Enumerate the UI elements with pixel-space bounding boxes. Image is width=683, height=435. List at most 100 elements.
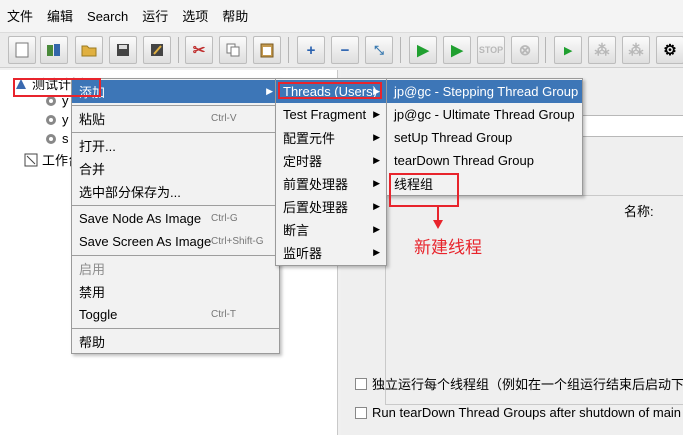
templates-icon[interactable] <box>40 36 68 64</box>
submenu-arrow-icon: ▶ <box>373 132 380 142</box>
checkbox-label: Run tearDown Thread Groups after shutdow… <box>372 405 683 420</box>
submenu-item-setup-thread-group[interactable]: setUp Thread Group <box>387 126 582 149</box>
shortcut-label: Ctrl+Shift-G <box>211 236 264 247</box>
menu-item-label: 禁用 <box>79 285 106 300</box>
cut-icon[interactable]: ✂ <box>185 36 213 64</box>
shortcut-label: Ctrl-T <box>211 309 236 320</box>
menu-item-save-node-image[interactable]: Save Node As Image Ctrl-G <box>72 207 279 230</box>
submenu-item-ultimate-thread-group[interactable]: jp@gc - Ultimate Thread Group <box>387 103 582 126</box>
menu-item-enable[interactable]: 启用 <box>72 257 279 280</box>
remote-stop-icon[interactable]: ⁂ <box>588 36 616 64</box>
run-thread-groups-consecutively-checkbox[interactable]: 独立运行每个线程组（例如在一个组运行结束后启动下 <box>355 374 683 393</box>
tree-node-label: y <box>62 112 69 127</box>
remote-start-icon[interactable]: ▸ <box>554 36 582 64</box>
menu-options[interactable]: 选项 <box>175 0 215 33</box>
submenu-item-pre-processor[interactable]: 前置处理器 ▶ <box>276 172 386 195</box>
menu-item-save-screen-image[interactable]: Save Screen As Image Ctrl+Shift-G <box>72 230 279 253</box>
checkbox-box[interactable] <box>355 377 367 390</box>
menu-item-add[interactable]: 添加 ▶ <box>72 80 279 103</box>
menu-item-label: 监听器 <box>283 246 323 261</box>
menu-item-label: 启用 <box>79 262 106 277</box>
remote-shutdown-icon[interactable]: ⁂ <box>622 36 650 64</box>
submenu-arrow-icon: ▶ <box>373 155 380 165</box>
submenu-item-assertion[interactable]: 断言 ▶ <box>276 218 386 241</box>
submenu-arrow-icon: ▶ <box>373 178 380 188</box>
submenu-arrow-icon: ▶ <box>373 247 380 257</box>
submenu-arrow-icon: ▶ <box>266 86 273 96</box>
menu-item-label: 选中部分保存为... <box>79 185 181 200</box>
menu-item-save-selection[interactable]: 选中部分保存为... <box>72 180 279 203</box>
menu-item-label: 断言 <box>283 223 310 238</box>
run-teardown-checkbox[interactable]: Run tearDown Thread Groups after shutdow… <box>355 405 683 420</box>
tree-node-child[interactable]: s <box>44 131 69 146</box>
annotation-box-threads <box>278 82 382 99</box>
toggle-icon[interactable]: ⤡ <box>365 36 393 64</box>
submenu-item-listener[interactable]: 监听器 ▶ <box>276 241 386 264</box>
toolbar: ✂ + − ⤡ ▶ ▶ STOP ⊗ ▸ ⁂ ⁂ ⚙ <box>0 33 683 68</box>
tree-node-child[interactable]: y <box>44 112 69 127</box>
menu-item-label: 定时器 <box>283 154 323 169</box>
annotation-box-thread-group <box>389 173 459 207</box>
menu-item-label: setUp Thread Group <box>394 130 513 145</box>
stop-icon[interactable]: STOP <box>477 36 505 64</box>
menu-search[interactable]: Search <box>80 0 135 33</box>
shutdown-icon[interactable]: ⊗ <box>511 36 539 64</box>
submenu-item-timer[interactable]: 定时器 ▶ <box>276 149 386 172</box>
menu-item-label: 粘贴 <box>79 112 106 127</box>
menu-item-label: 帮助 <box>79 335 106 350</box>
menu-item-paste[interactable]: 粘贴 Ctrl-V <box>72 107 279 130</box>
menu-item-toggle[interactable]: Toggle Ctrl-T <box>72 303 279 326</box>
paste-icon[interactable] <box>253 36 281 64</box>
submenu-arrow-icon: ▶ <box>373 224 380 234</box>
clear-icon[interactable]: ⚙ <box>656 36 683 64</box>
collapse-icon[interactable]: − <box>331 36 359 64</box>
save-icon[interactable] <box>109 36 137 64</box>
add-submenu: Threads (Users) ▶ Test Fragment ▶ 配置元件 ▶ 定时… <box>275 78 387 266</box>
submenu-item-test-fragment[interactable]: Test Fragment ▶ <box>276 103 386 126</box>
annotation-arrow-icon <box>433 205 443 229</box>
menu-item-disable[interactable]: 禁用 <box>72 280 279 303</box>
shortcut-label: Ctrl-G <box>211 213 238 224</box>
save-as-icon[interactable] <box>143 36 171 64</box>
name-label: 名称: <box>624 204 654 219</box>
start-no-pauses-icon[interactable]: ▶ <box>443 36 471 64</box>
tree-node-label: s <box>62 131 69 146</box>
annotation-label: 新建线程 <box>414 238 482 257</box>
menu-item-label: tearDown Thread Group <box>394 153 534 168</box>
menu-help[interactable]: 帮助 <box>215 0 255 33</box>
gear-icon <box>44 113 58 127</box>
menu-edit[interactable]: 编辑 <box>40 0 80 33</box>
expand-icon[interactable]: + <box>297 36 325 64</box>
menu-item-label: 后置处理器 <box>283 200 349 215</box>
context-menu: 添加 ▶ 粘贴 Ctrl-V 打开... 合并 选中部分保存为... Save No… <box>71 78 280 354</box>
submenu-item-stepping-thread-group[interactable]: jp@gc - Stepping Thread Group <box>387 80 582 103</box>
menu-item-help[interactable]: 帮助 <box>72 330 279 353</box>
gear-icon <box>44 132 58 146</box>
open-icon[interactable] <box>75 36 103 64</box>
submenu-item-config-element[interactable]: 配置元件 ▶ <box>276 126 386 149</box>
menu-item-open[interactable]: 打开... <box>72 134 279 157</box>
submenu-item-post-processor[interactable]: 后置处理器 ▶ <box>276 195 386 218</box>
menu-item-label: 前置处理器 <box>283 177 349 192</box>
menu-run[interactable]: 运行 <box>135 0 175 33</box>
submenu-arrow-icon: ▶ <box>373 109 380 119</box>
submenu-item-teardown-thread-group[interactable]: tearDown Thread Group <box>387 149 582 172</box>
menu-item-label: jp@gc - Stepping Thread Group <box>394 84 579 99</box>
copy-icon[interactable] <box>219 36 247 64</box>
shortcut-label: Ctrl-V <box>211 113 237 124</box>
new-icon[interactable] <box>8 36 36 64</box>
menu-item-label: Toggle <box>79 307 118 322</box>
menu-item-label: Test Fragment <box>283 107 367 122</box>
checkbox-label: 独立运行每个线程组（例如在一个组运行结束后启动下 <box>372 377 683 392</box>
menu-item-label: 配置元件 <box>283 131 336 146</box>
menu-file[interactable]: 文件 <box>0 0 40 33</box>
menu-bar: 文件 编辑 Search 运行 选项 帮助 <box>0 0 683 33</box>
menu-item-merge[interactable]: 合并 <box>72 157 279 180</box>
menu-item-label: 合并 <box>79 162 106 177</box>
checkbox-box[interactable] <box>355 406 367 419</box>
annotation-box-test-plan <box>13 78 101 97</box>
menu-item-label: jp@gc - Ultimate Thread Group <box>394 107 575 122</box>
workbench-icon <box>24 153 38 167</box>
menu-item-label: 打开... <box>79 139 116 154</box>
start-icon[interactable]: ▶ <box>409 36 437 64</box>
